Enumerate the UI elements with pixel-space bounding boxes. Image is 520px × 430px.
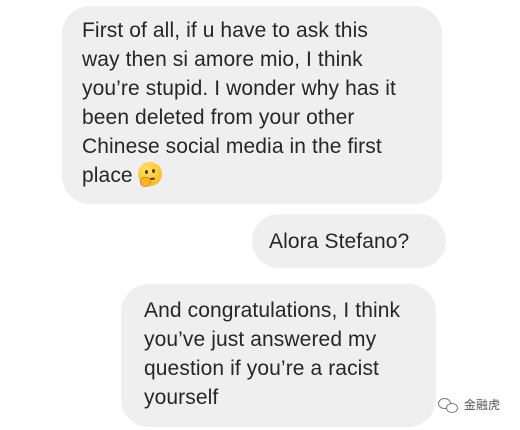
message-bubble-sent[interactable]: Alora Stefano? bbox=[252, 214, 446, 268]
message-text: And congratulations, I think you’ve just… bbox=[144, 299, 401, 409]
message-text: Alora Stefano? bbox=[269, 229, 410, 253]
watermark-text: 金融虎 bbox=[464, 398, 501, 412]
wechat-icon bbox=[438, 397, 458, 413]
message-bubble-received[interactable]: And congratulations, I think you’ve just… bbox=[121, 284, 436, 427]
message-text: First of all, if u have to ask this way … bbox=[82, 19, 396, 187]
message-bubble-received[interactable]: First of all, if u have to ask this way … bbox=[62, 6, 442, 204]
watermark: 金融虎 bbox=[438, 396, 500, 413]
thinking-face-icon bbox=[137, 162, 162, 187]
chat-thread: First of all, if u have to ask this way … bbox=[0, 0, 520, 430]
